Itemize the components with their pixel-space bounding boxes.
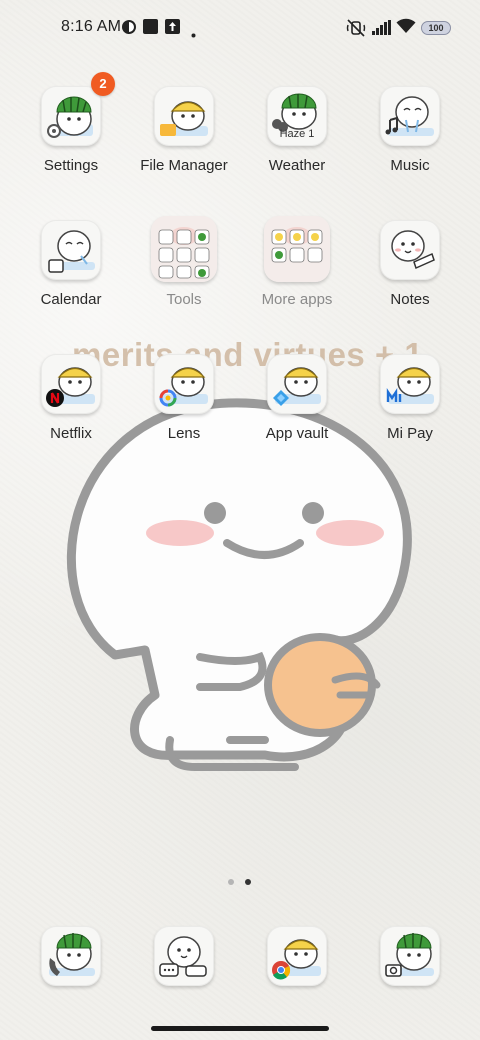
more-apps-folder-icon[interactable] bbox=[264, 216, 330, 282]
camera-icon[interactable] bbox=[380, 926, 440, 986]
square-icon bbox=[143, 19, 158, 39]
app-label: Settings bbox=[43, 157, 99, 174]
weather-icon[interactable]: Haze 1 bbox=[267, 86, 327, 146]
weather-summary: Haze 1 bbox=[279, 128, 315, 140]
app-label: Calendar bbox=[40, 291, 102, 308]
music-icon[interactable] bbox=[380, 86, 440, 146]
messages-icon[interactable] bbox=[154, 926, 214, 986]
notes-icon[interactable] bbox=[380, 220, 440, 280]
app-label: App vault bbox=[265, 425, 329, 442]
app-label: Notes bbox=[390, 291, 430, 308]
app-label: Music bbox=[390, 157, 430, 174]
wallpaper-mascot bbox=[66, 398, 412, 771]
app-label: Lens bbox=[167, 425, 201, 442]
app-label: Netflix bbox=[50, 425, 92, 442]
battery-icon: 100 bbox=[421, 21, 451, 35]
chrome-icon[interactable] bbox=[267, 926, 327, 986]
phone-icon[interactable] bbox=[41, 926, 101, 986]
page-dot-active[interactable] bbox=[245, 879, 251, 885]
wifi-icon bbox=[396, 18, 416, 39]
home-indicator[interactable] bbox=[151, 1026, 329, 1031]
lens-icon[interactable] bbox=[154, 354, 214, 414]
status-bar: 8:16 AM 100 bbox=[0, 0, 480, 56]
settings-icon[interactable] bbox=[41, 86, 101, 146]
netflix-icon[interactable] bbox=[41, 354, 101, 414]
app-label: File Manager bbox=[140, 157, 228, 174]
page-dot[interactable] bbox=[228, 879, 234, 885]
theme-icon bbox=[121, 19, 137, 40]
file-manager-icon[interactable] bbox=[154, 86, 214, 146]
app-label: Mi Pay bbox=[387, 425, 433, 442]
mute-icon bbox=[346, 19, 366, 42]
app-label: Weather bbox=[268, 157, 326, 174]
page-indicator[interactable] bbox=[228, 879, 252, 887]
app-label: More apps bbox=[261, 291, 333, 308]
tools-folder-icon[interactable] bbox=[151, 216, 217, 282]
mi-pay-icon[interactable] bbox=[380, 354, 440, 414]
notification-badge: 2 bbox=[91, 72, 115, 96]
app-vault-icon[interactable] bbox=[267, 354, 327, 414]
wallpaper-caption: merits and virtues + 1 bbox=[72, 336, 424, 373]
signal-icon bbox=[372, 20, 391, 40]
upload-icon bbox=[165, 19, 180, 39]
status-time: 8:16 AM bbox=[61, 18, 122, 35]
app-label: Tools bbox=[166, 291, 202, 308]
calendar-icon[interactable] bbox=[41, 220, 101, 280]
dot-icon bbox=[191, 25, 196, 43]
